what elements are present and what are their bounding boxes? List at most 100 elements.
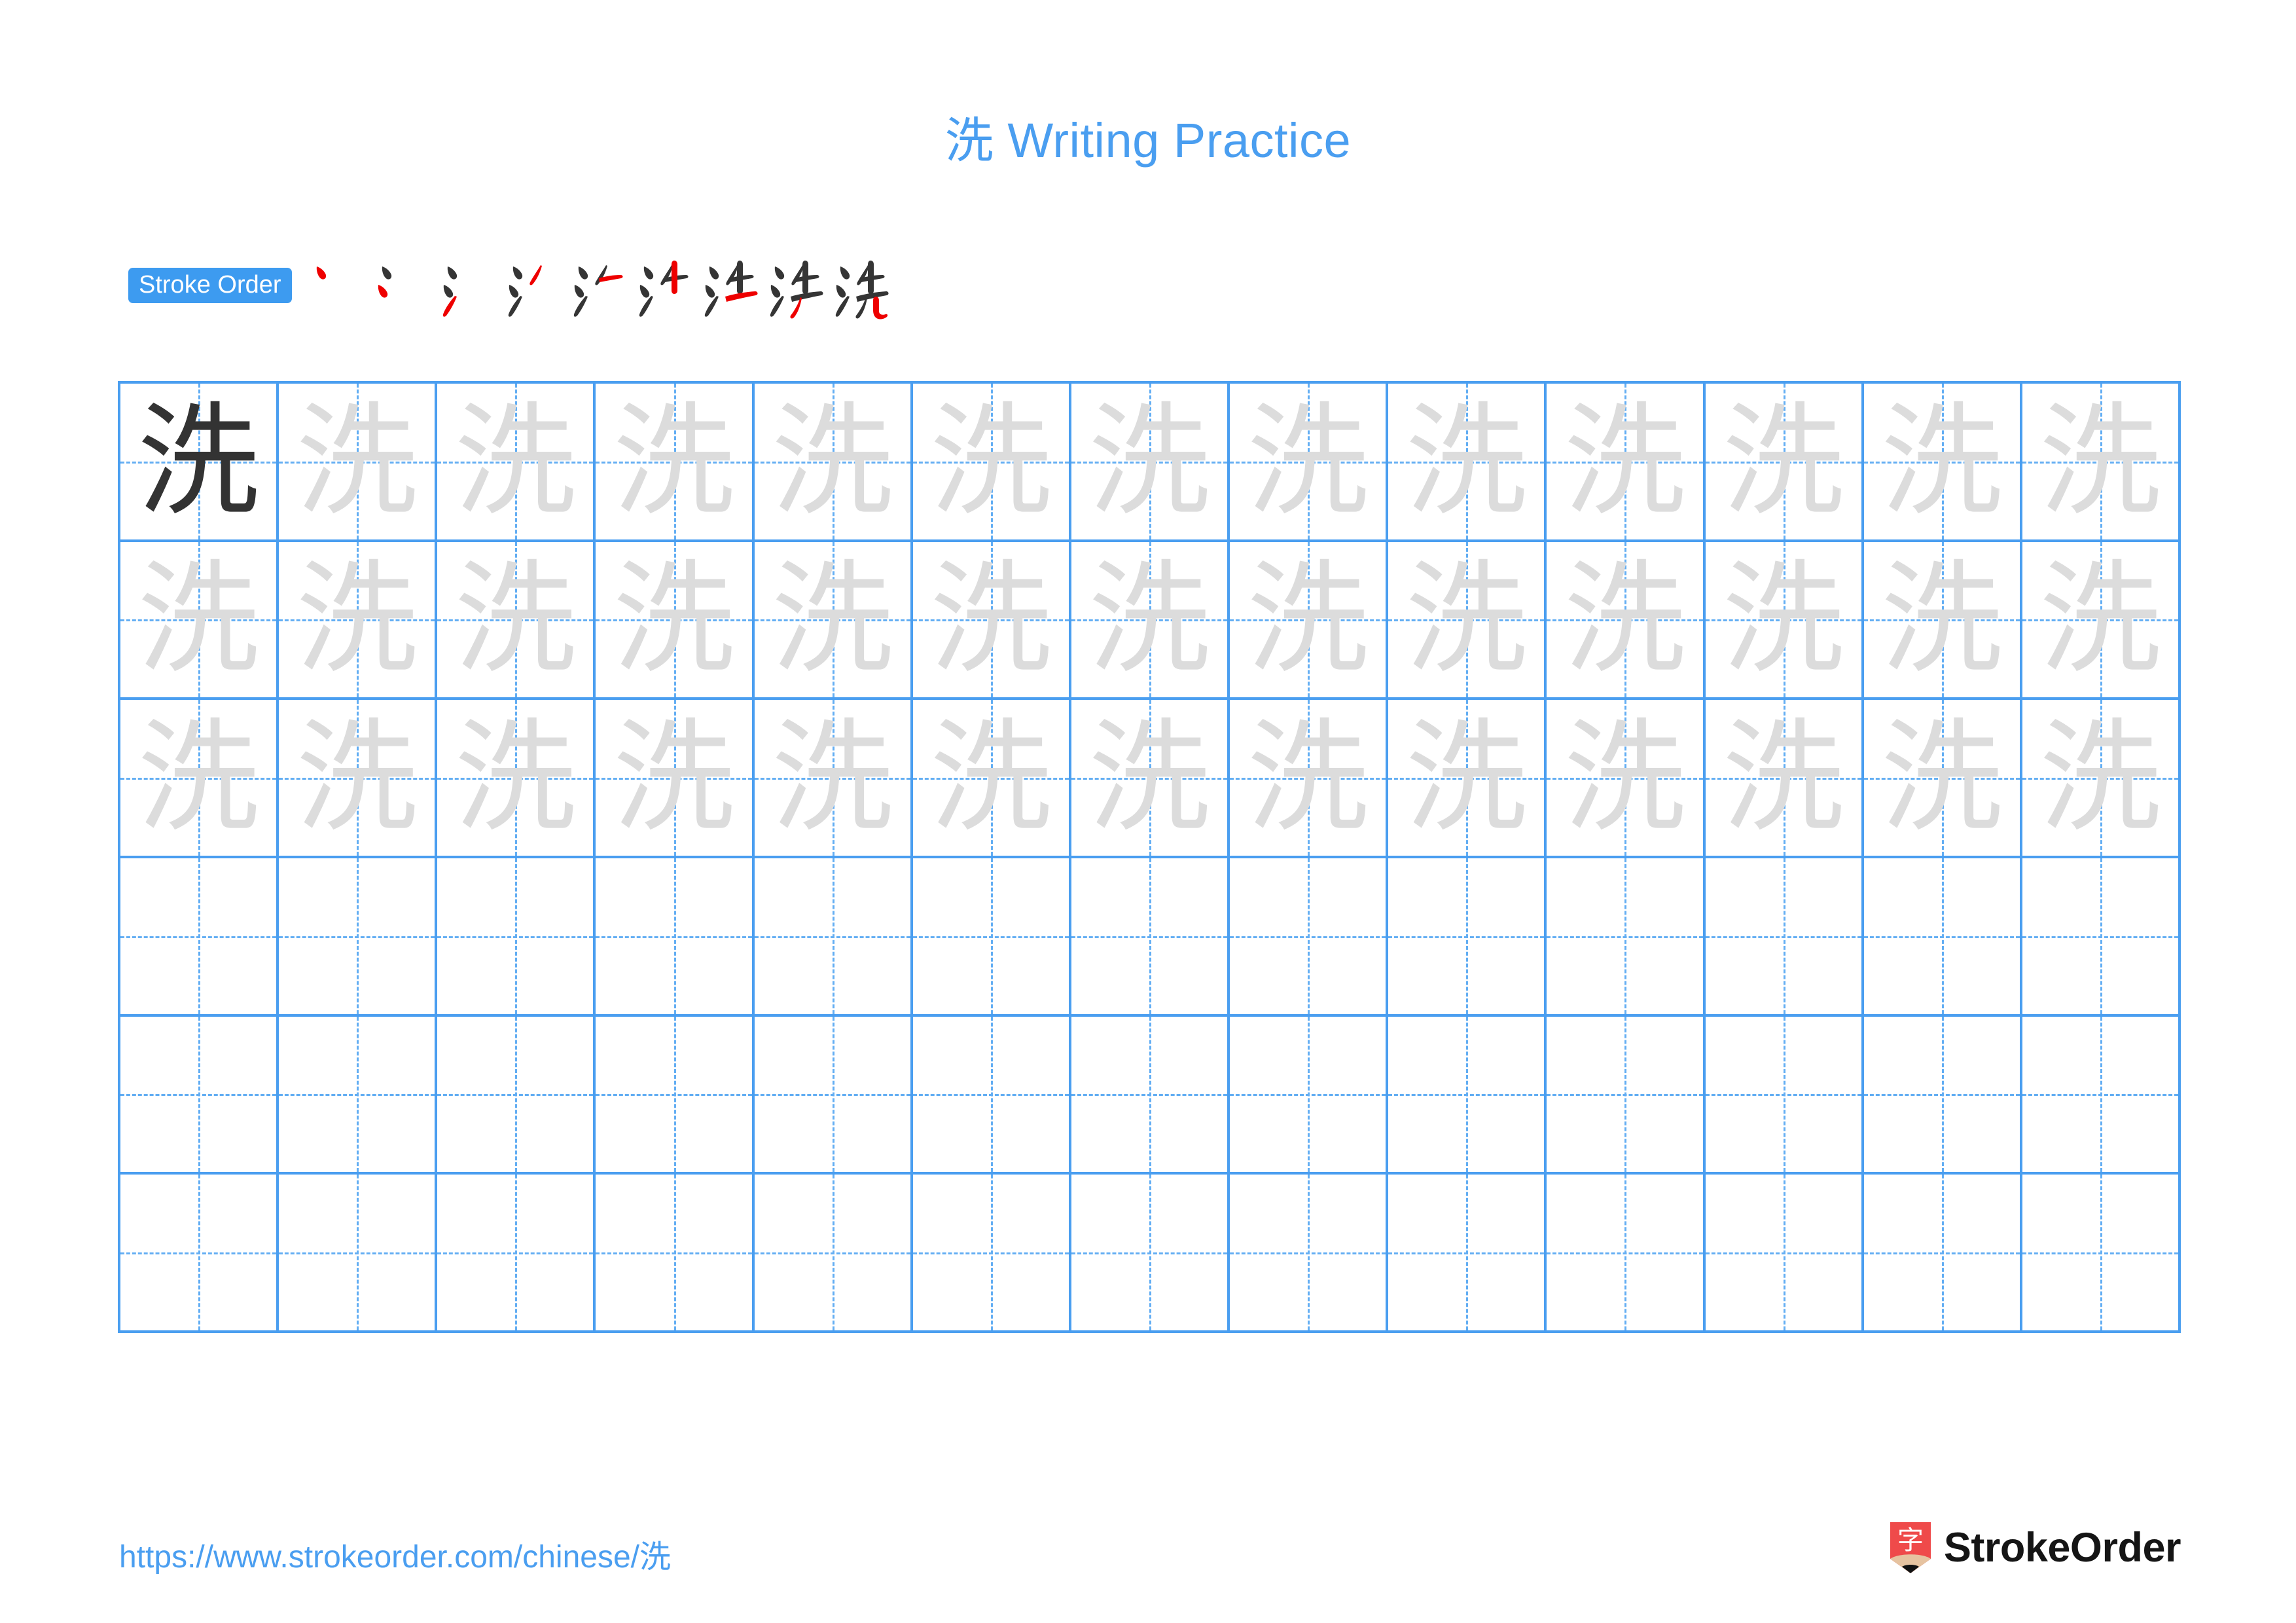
practice-cell[interactable] [2022, 858, 2181, 1017]
trace-character: 洗 [771, 548, 893, 691]
practice-cell[interactable]: 洗 [120, 541, 279, 701]
practice-cell[interactable] [1071, 858, 1230, 1017]
practice-cell[interactable] [120, 1175, 279, 1333]
practice-cell[interactable] [1230, 858, 1389, 1017]
practice-cell[interactable]: 洗 [754, 541, 913, 701]
stroke-step-2-icon [378, 266, 391, 298]
practice-cell[interactable]: 洗 [1705, 541, 1864, 701]
trace-character: 洗 [1880, 548, 2003, 691]
trace-character: 洗 [296, 548, 418, 691]
practice-cell[interactable]: 洗 [1071, 541, 1230, 701]
trace-character: 洗 [1088, 706, 1210, 849]
practice-cell[interactable] [912, 858, 1071, 1017]
practice-cell[interactable] [596, 1175, 755, 1333]
practice-cell[interactable] [437, 1175, 596, 1333]
practice-cell[interactable] [1863, 858, 2022, 1017]
stroke-step-9 [830, 249, 895, 321]
practice-cell[interactable]: 洗 [754, 700, 913, 858]
practice-cell[interactable] [1863, 1175, 2022, 1333]
practice-cell[interactable]: 洗 [912, 384, 1071, 542]
practice-cell[interactable] [279, 1175, 438, 1333]
practice-cell[interactable] [912, 1016, 1071, 1175]
trace-character: 洗 [929, 390, 1052, 532]
practice-cell[interactable]: 洗 [1230, 541, 1389, 701]
practice-cell[interactable] [596, 858, 755, 1017]
stroke-step-7-icon [704, 261, 758, 317]
brand-logo: 字 StrokeOrder [1890, 1520, 2181, 1575]
stroke-step-9-icon [835, 261, 889, 319]
practice-cell[interactable]: 洗 [279, 384, 438, 542]
practice-cell[interactable] [596, 1016, 755, 1175]
trace-character: 洗 [613, 548, 735, 691]
practice-cell[interactable]: 洗 [1547, 541, 1706, 701]
stroke-step-3 [437, 249, 503, 321]
practice-cell[interactable]: 洗 [912, 541, 1071, 701]
practice-cell[interactable]: 洗 [1230, 384, 1389, 542]
practice-cell[interactable]: 洗 [1071, 384, 1230, 542]
practice-cell[interactable]: 洗 [596, 700, 755, 858]
practice-cell[interactable] [1705, 1016, 1864, 1175]
practice-cell[interactable] [120, 858, 279, 1017]
practice-cell[interactable] [2022, 1175, 2181, 1333]
practice-cell[interactable] [1230, 1016, 1389, 1175]
practice-cell[interactable]: 洗 [2022, 541, 2181, 701]
practice-cell[interactable] [1547, 1175, 1706, 1333]
practice-cell[interactable]: 洗 [279, 541, 438, 701]
practice-cell[interactable] [120, 1016, 279, 1175]
practice-cell[interactable] [1705, 858, 1864, 1017]
practice-cell[interactable] [437, 1016, 596, 1175]
practice-cell[interactable]: 洗 [912, 700, 1071, 858]
practice-cell[interactable]: 洗 [596, 541, 755, 701]
practice-cell[interactable]: 洗 [1863, 541, 2022, 701]
practice-cell[interactable]: 洗 [1388, 384, 1547, 542]
practice-cell[interactable]: 洗 [279, 700, 438, 858]
practice-cell[interactable]: 洗 [437, 700, 596, 858]
trace-character: 洗 [1564, 548, 1686, 691]
practice-cell[interactable]: 洗 [1863, 700, 2022, 858]
practice-cell[interactable] [912, 1175, 1071, 1333]
practice-cell[interactable] [1547, 858, 1706, 1017]
practice-cell[interactable]: 洗 [1547, 700, 1706, 858]
practice-cell[interactable]: 洗 [437, 384, 596, 542]
pencil-badge-character: 字 [1897, 1525, 1924, 1556]
trace-character: 洗 [296, 390, 418, 532]
practice-cell[interactable] [754, 1175, 913, 1333]
practice-cell[interactable]: 洗 [596, 384, 755, 542]
practice-cell[interactable] [1071, 1016, 1230, 1175]
practice-cell[interactable] [754, 1016, 913, 1175]
practice-cell[interactable] [279, 858, 438, 1017]
practice-cell[interactable] [754, 858, 913, 1017]
practice-cell[interactable]: 洗 [2022, 700, 2181, 858]
practice-cell[interactable]: 洗 [437, 541, 596, 701]
trace-character: 洗 [1247, 390, 1369, 532]
practice-cell[interactable]: 洗 [754, 384, 913, 542]
practice-cell[interactable] [1388, 1016, 1547, 1175]
practice-cell[interactable] [279, 1016, 438, 1175]
practice-cell[interactable]: 洗 [2022, 384, 2181, 542]
practice-cell[interactable]: 洗 [1071, 700, 1230, 858]
practice-cell[interactable]: 洗 [1705, 384, 1864, 542]
practice-cell[interactable]: 洗 [120, 384, 279, 542]
practice-cell[interactable] [1388, 1175, 1547, 1333]
practice-cell[interactable] [2022, 1016, 2181, 1175]
practice-cell[interactable]: 洗 [120, 700, 279, 858]
practice-cell[interactable]: 洗 [1705, 700, 1864, 858]
trace-character: 洗 [454, 390, 577, 532]
practice-cell[interactable] [1230, 1175, 1389, 1333]
trace-character: 洗 [613, 390, 735, 532]
practice-cell[interactable]: 洗 [1388, 541, 1547, 701]
practice-cell[interactable]: 洗 [1547, 384, 1706, 542]
practice-cell[interactable] [1071, 1175, 1230, 1333]
practice-cell[interactable] [437, 858, 596, 1017]
source-url[interactable]: https://www.strokeorder.com/chinese/洗 [119, 1542, 671, 1573]
practice-cell[interactable]: 洗 [1863, 384, 2022, 542]
trace-character: 洗 [1880, 706, 2003, 849]
practice-cell[interactable]: 洗 [1388, 700, 1547, 858]
practice-cell[interactable] [1388, 858, 1547, 1017]
practice-cell[interactable] [1705, 1175, 1864, 1333]
stroke-step-3-icon [442, 266, 457, 317]
trace-character: 洗 [1564, 390, 1686, 532]
practice-cell[interactable] [1863, 1016, 2022, 1175]
practice-cell[interactable]: 洗 [1230, 700, 1389, 858]
practice-cell[interactable] [1547, 1016, 1706, 1175]
